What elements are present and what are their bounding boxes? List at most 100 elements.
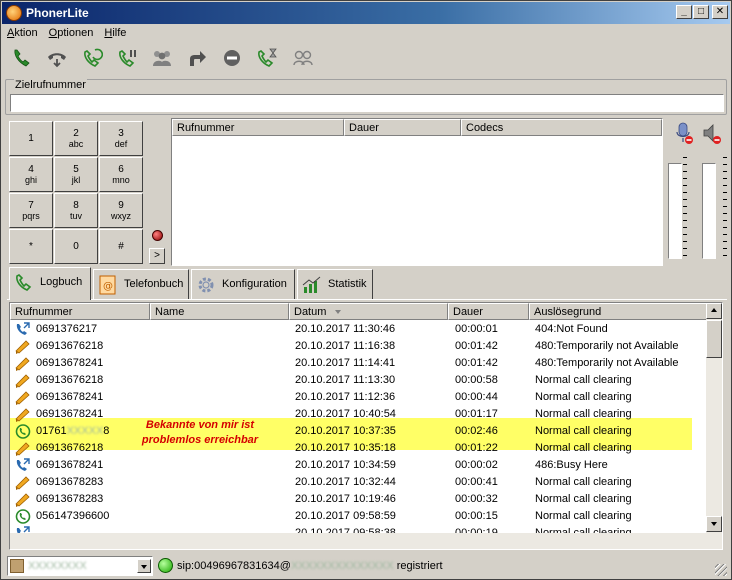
- cell-reason: 486:Busy Here: [535, 459, 608, 471]
- log-header-date[interactable]: Datum: [289, 303, 448, 320]
- menu-hilfe[interactable]: Hilfe: [100, 25, 130, 41]
- cell-reason: Normal call clearing: [535, 476, 632, 488]
- table-row[interactable]: 06913676218 20.10.2017 11:16:38 00:01:42 48…: [10, 338, 707, 355]
- table-row[interactable]: 06913678283 20.10.2017 10:19:46 00:00:32 No…: [10, 491, 707, 508]
- hold-call-icon[interactable]: [114, 45, 140, 71]
- svg-text:@: @: [103, 281, 113, 292]
- key-5[interactable]: 5 jkl: [54, 157, 98, 192]
- cell-number: 06913676218: [36, 374, 104, 386]
- cell-duration: 00:00:44: [455, 391, 498, 403]
- key-1[interactable]: 1: [9, 121, 53, 156]
- cell-number: 0691376217: [36, 323, 98, 335]
- tab-konfiguration[interactable]: Konfiguration: [191, 269, 295, 299]
- do-not-disturb-icon[interactable]: [219, 45, 245, 71]
- call-timer-icon[interactable]: [254, 45, 280, 71]
- missed-call-icon: [15, 390, 31, 405]
- key-0[interactable]: 0: [54, 229, 98, 264]
- key-9[interactable]: 9 wxyz: [99, 193, 143, 228]
- key-star[interactable]: *: [9, 229, 53, 264]
- speaker-mute-icon[interactable]: [701, 121, 723, 145]
- scroll-down-button[interactable]: [706, 516, 722, 532]
- cell-date: 20.10.2017 11:14:41: [295, 357, 396, 369]
- missed-call-icon: [15, 373, 31, 388]
- conference-icon[interactable]: [149, 45, 175, 71]
- outgoing-call-icon: [15, 322, 31, 337]
- cell-reason: Normal call clearing: [535, 442, 632, 454]
- cell-number: 06913676218: [36, 442, 104, 454]
- table-row[interactable]: 06913678241 20.10.2017 10:40:54 00:01:17 No…: [10, 406, 707, 423]
- chevron-down-icon: [711, 522, 717, 526]
- resize-grip[interactable]: [715, 564, 727, 576]
- tab-telefonbuch[interactable]: @ Telefonbuch: [93, 269, 189, 299]
- missed-call-icon: [15, 441, 31, 456]
- microphone-volume-slider[interactable]: [668, 163, 682, 259]
- title-bar: PhonerLite _ □ ✕: [2, 2, 730, 24]
- cell-number: 06913678241: [36, 357, 104, 369]
- key-8[interactable]: 8 tuv: [54, 193, 98, 228]
- active-calls-list[interactable]: Rufnummer Dauer Codecs: [171, 118, 663, 266]
- log-header-number[interactable]: Rufnummer: [10, 303, 150, 320]
- calls-header-number[interactable]: Rufnummer: [172, 119, 344, 136]
- cell-reason: Normal call clearing: [535, 374, 632, 386]
- table-row[interactable]: 06913678241 20.10.2017 11:14:41 00:01:42 48…: [10, 355, 707, 372]
- log-horizontal-scrollbar[interactable]: [10, 533, 707, 549]
- redial-icon[interactable]: [79, 45, 105, 71]
- microphone-mute-icon[interactable]: [673, 121, 695, 145]
- tab-logbuch[interactable]: Logbuch: [9, 267, 91, 300]
- contacts-icon[interactable]: [290, 45, 316, 71]
- cell-duration: 00:00:32: [455, 493, 498, 505]
- call-log-table[interactable]: Rufnummer Name Datum Dauer Auslösegrund …: [9, 302, 723, 550]
- dial-icon[interactable]: [9, 45, 35, 71]
- key-7[interactable]: 7 pqrs: [9, 193, 53, 228]
- missed-call-icon: [15, 492, 31, 507]
- key-3[interactable]: 3 def: [99, 121, 143, 156]
- table-row[interactable]: 056147396600 20.10.2017 09:58:59 00:00:15 N…: [10, 508, 707, 525]
- log-header-name[interactable]: Name: [150, 303, 289, 320]
- registration-status-text: sip:00496967831634@XXXXXXXXXXXXXX regist…: [177, 560, 443, 572]
- table-row[interactable]: 06913676218 20.10.2017 11:13:30 00:00:58 No…: [10, 372, 707, 389]
- annotation-note: Bekannte von mir ist problemlos erreichb…: [141, 419, 259, 446]
- incoming-call-icon: [15, 424, 31, 439]
- table-row[interactable]: 06913678241 20.10.2017 11:12:36 00:00:44 No…: [10, 389, 707, 406]
- cell-number: 01761XXXXX8: [36, 425, 110, 437]
- scroll-thumb[interactable]: [706, 320, 722, 358]
- registration-status-icon: [158, 558, 173, 573]
- menu-aktion[interactable]: Aktion: [3, 25, 42, 41]
- maximize-button[interactable]: □: [693, 5, 709, 19]
- cell-date: 20.10.2017 10:34:59: [295, 459, 396, 471]
- status-bar: XXXXXXXX sip:00496967831634@XXXXXXXXXXXX…: [3, 554, 729, 578]
- minimize-button[interactable]: _: [676, 5, 692, 19]
- phonebook-icon: @: [98, 275, 118, 295]
- table-row[interactable]: 0691376217 20.10.2017 11:30:46 00:00:01 404…: [10, 321, 707, 338]
- account-dropdown-button[interactable]: [137, 559, 151, 573]
- log-header-duration[interactable]: Dauer: [448, 303, 529, 320]
- table-row[interactable]: 01761XXXXX8 20.10.2017 10:37:35 00:02:46 No…: [10, 423, 707, 440]
- account-select[interactable]: XXXXXXXX: [7, 556, 153, 576]
- key-6[interactable]: 6 mno: [99, 157, 143, 192]
- keypad-expand-button[interactable]: >: [149, 248, 165, 264]
- table-row[interactable]: 06913678283 20.10.2017 10:32:44 00:00:41 No…: [10, 474, 707, 491]
- log-header-reason[interactable]: Auslösegrund: [529, 303, 707, 320]
- calls-header-codecs[interactable]: Codecs: [461, 119, 662, 136]
- speaker-volume-slider[interactable]: [702, 163, 716, 259]
- key-hash[interactable]: #: [99, 229, 143, 264]
- cell-duration: 00:00:02: [455, 459, 498, 471]
- record-led-icon[interactable]: [152, 230, 163, 241]
- account-icon: [10, 559, 24, 573]
- close-button[interactable]: ✕: [712, 5, 728, 19]
- menu-optionen[interactable]: Optionen: [45, 25, 98, 41]
- chevron-up-icon: [711, 308, 717, 312]
- table-row[interactable]: 06913676218 20.10.2017 10:35:18 00:01:22 No…: [10, 440, 707, 457]
- scroll-up-button[interactable]: [706, 303, 722, 319]
- key-2[interactable]: 2 abc: [54, 121, 98, 156]
- calls-header-duration[interactable]: Dauer: [344, 119, 461, 136]
- cell-reason: Normal call clearing: [535, 391, 632, 403]
- destination-number-input[interactable]: [10, 94, 724, 112]
- tab-statistik[interactable]: Statistik: [297, 269, 373, 299]
- transfer-icon[interactable]: [184, 45, 210, 71]
- cell-number: 06913678241: [36, 391, 104, 403]
- hangup-icon[interactable]: [44, 45, 70, 71]
- key-4[interactable]: 4 ghi: [9, 157, 53, 192]
- log-vertical-scrollbar[interactable]: [706, 303, 722, 549]
- table-row[interactable]: 06913678241 20.10.2017 10:34:59 00:00:02 48…: [10, 457, 707, 474]
